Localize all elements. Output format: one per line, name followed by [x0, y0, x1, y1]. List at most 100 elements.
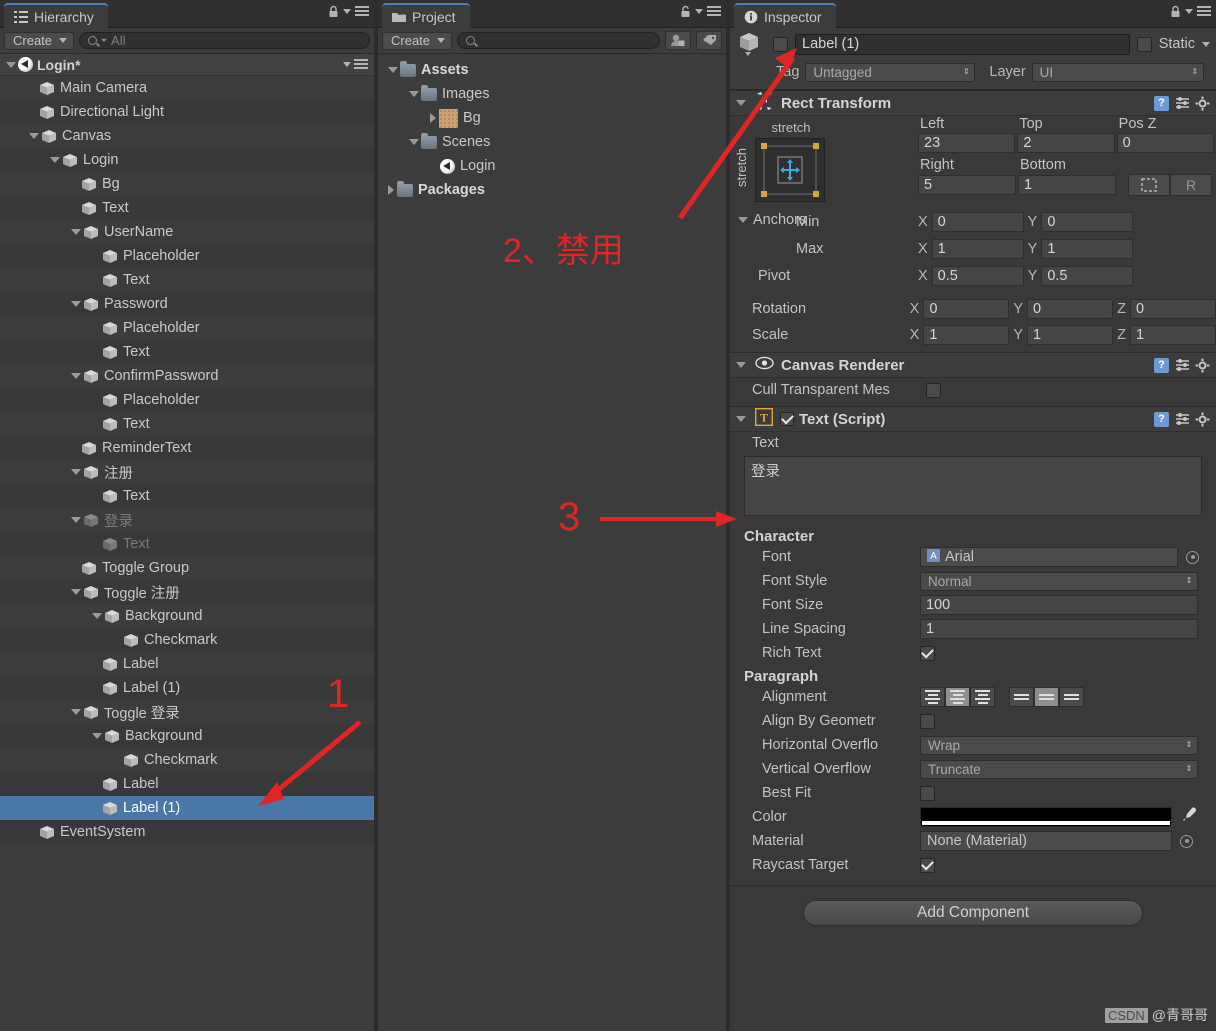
text-script-enabled-checkbox[interactable]	[780, 412, 794, 426]
line-spacing-input[interactable]: 1	[920, 619, 1198, 639]
project-item-packages[interactable]: Packages	[378, 178, 726, 202]
hierarchy-item-login[interactable]: Login	[0, 148, 374, 172]
pivot-x-input[interactable]: 0.5	[931, 266, 1024, 286]
search-input[interactable]: All	[79, 32, 370, 49]
hierarchy-item-text[interactable]: Text	[0, 196, 374, 220]
expand-twisty-icon[interactable]	[71, 517, 81, 523]
anchor-min-x-input[interactable]: 0	[931, 212, 1024, 232]
hierarchy-item-placeholder[interactable]: Placeholder	[0, 388, 374, 412]
font-picker-icon[interactable]	[1186, 550, 1199, 564]
align-by-geometry-checkbox[interactable]	[920, 713, 935, 729]
chevron-down-icon[interactable]	[343, 62, 351, 67]
material-object-field[interactable]: None (Material)	[920, 831, 1172, 851]
raw-edit-mode-button[interactable]: R	[1170, 174, 1212, 196]
collapse-twisty-icon[interactable]	[430, 113, 436, 123]
hierarchy-item-remindertext[interactable]: ReminderText	[0, 436, 374, 460]
scale-y-input[interactable]: 1	[1027, 325, 1114, 345]
expand-twisty-icon[interactable]	[71, 301, 81, 307]
scene-row-menu[interactable]	[343, 59, 368, 70]
gear-icon[interactable]	[1195, 96, 1210, 111]
preset-icon[interactable]	[1175, 412, 1189, 426]
project-item-assets[interactable]: Assets	[378, 58, 726, 82]
expand-twisty-icon[interactable]	[92, 613, 102, 619]
expand-twisty-icon[interactable]	[388, 67, 398, 73]
hierarchy-item-toggle-group[interactable]: Toggle Group	[0, 556, 374, 580]
hierarchy-item-text[interactable]: Text	[0, 412, 374, 436]
static-checkbox[interactable]	[1136, 36, 1152, 52]
expand-twisty-icon[interactable]	[71, 373, 81, 379]
expand-twisty-icon[interactable]	[738, 217, 748, 223]
raycast-target-checkbox[interactable]	[920, 857, 935, 873]
tag-dropdown[interactable]: Untagged ⇕	[805, 62, 976, 82]
anchor-min-y-input[interactable]: 0	[1041, 212, 1134, 232]
chevron-down-icon[interactable]	[1185, 9, 1193, 14]
color-swatch[interactable]	[920, 807, 1172, 827]
vertical-overflow-dropdown[interactable]: Truncate ⇕	[920, 759, 1198, 779]
expand-twisty-icon[interactable]	[736, 416, 746, 422]
hierarchy-tab-options[interactable]	[328, 5, 369, 18]
hierarchy-item-toggle[interactable]: Toggle 注册	[0, 580, 374, 604]
expand-twisty-icon[interactable]	[92, 733, 102, 739]
menu-icon[interactable]	[354, 59, 368, 70]
font-size-input[interactable]: 100	[920, 595, 1198, 615]
hierarchy-item-[interactable]: 登录	[0, 508, 374, 532]
expand-twisty-icon[interactable]	[736, 100, 746, 106]
text-script-header[interactable]: T Text (Script) ?	[730, 406, 1216, 432]
lock-icon[interactable]	[328, 5, 339, 18]
expand-twisty-icon[interactable]	[6, 61, 16, 68]
menu-icon[interactable]	[707, 6, 721, 17]
hierarchy-item-label[interactable]: Label	[0, 652, 374, 676]
menu-icon[interactable]	[355, 6, 369, 17]
hierarchy-item-toggle[interactable]: Toggle 登录	[0, 700, 374, 724]
rect-transform-header[interactable]: Rect Transform ?	[730, 90, 1216, 116]
hierarchy-item-main-camera[interactable]: Main Camera	[0, 76, 374, 100]
expand-twisty-icon[interactable]	[50, 157, 60, 163]
preset-icon[interactable]	[1175, 96, 1189, 110]
hierarchy-item-canvas[interactable]: Canvas	[0, 124, 374, 148]
expand-twisty-icon[interactable]	[71, 469, 81, 475]
eyedropper-icon[interactable]	[1180, 806, 1197, 828]
expand-twisty-icon[interactable]	[736, 362, 746, 368]
align-right-button[interactable]	[970, 687, 995, 707]
hierarchy-item-text[interactable]: Text	[0, 340, 374, 364]
project-item-images[interactable]: Images	[378, 82, 726, 106]
hierarchy-item-text[interactable]: Text	[0, 268, 374, 292]
gameobject-enabled-checkbox[interactable]	[773, 36, 788, 52]
preset-icon[interactable]	[1175, 358, 1189, 372]
hierarchy-item-label-1[interactable]: Label (1)	[0, 676, 374, 700]
bottom-input[interactable]: 1	[1018, 175, 1116, 195]
hierarchy-item-placeholder[interactable]: Placeholder	[0, 244, 374, 268]
layer-dropdown[interactable]: UI ⇕	[1031, 62, 1204, 82]
help-icon[interactable]: ?	[1154, 357, 1169, 373]
scene-row[interactable]: Login*	[0, 54, 374, 76]
hierarchy-item-checkmark[interactable]: Checkmark	[0, 748, 374, 772]
help-icon[interactable]: ?	[1154, 95, 1169, 111]
hierarchy-item-password[interactable]: Password	[0, 292, 374, 316]
chevron-down-icon[interactable]	[343, 9, 351, 14]
material-picker-icon[interactable]	[1180, 834, 1193, 848]
top-input[interactable]: 2	[1017, 133, 1115, 153]
create-button[interactable]: Create	[4, 31, 75, 50]
expand-twisty-icon[interactable]	[409, 91, 419, 97]
horizontal-overflow-dropdown[interactable]: Wrap ⇕	[920, 735, 1198, 755]
hierarchy-item-checkmark[interactable]: Checkmark	[0, 628, 374, 652]
tab-inspector[interactable]: Inspector	[734, 3, 836, 28]
scale-z-input[interactable]: 1	[1129, 325, 1216, 345]
collapse-twisty-icon[interactable]	[388, 185, 394, 195]
chevron-down-icon[interactable]	[695, 9, 703, 14]
gear-icon[interactable]	[1195, 358, 1210, 373]
hierarchy-item-background[interactable]: Background	[0, 724, 374, 748]
expand-twisty-icon[interactable]	[409, 139, 419, 145]
anchor-preset-widget[interactable]	[755, 138, 825, 202]
text-value-textarea[interactable]: 登录	[744, 456, 1202, 516]
align-top-button[interactable]	[1009, 687, 1034, 707]
hierarchy-item-confirmpassword[interactable]: ConfirmPassword	[0, 364, 374, 388]
object-name-field[interactable]: Label (1)	[795, 33, 1130, 55]
project-item-login[interactable]: Login	[378, 154, 726, 178]
filter-by-type-button[interactable]	[665, 31, 691, 50]
posz-input[interactable]: 0	[1116, 133, 1214, 153]
expand-twisty-icon[interactable]	[71, 709, 81, 715]
expand-twisty-icon[interactable]	[29, 133, 39, 139]
pivot-y-input[interactable]: 0.5	[1041, 266, 1134, 286]
menu-icon[interactable]	[1197, 6, 1211, 17]
